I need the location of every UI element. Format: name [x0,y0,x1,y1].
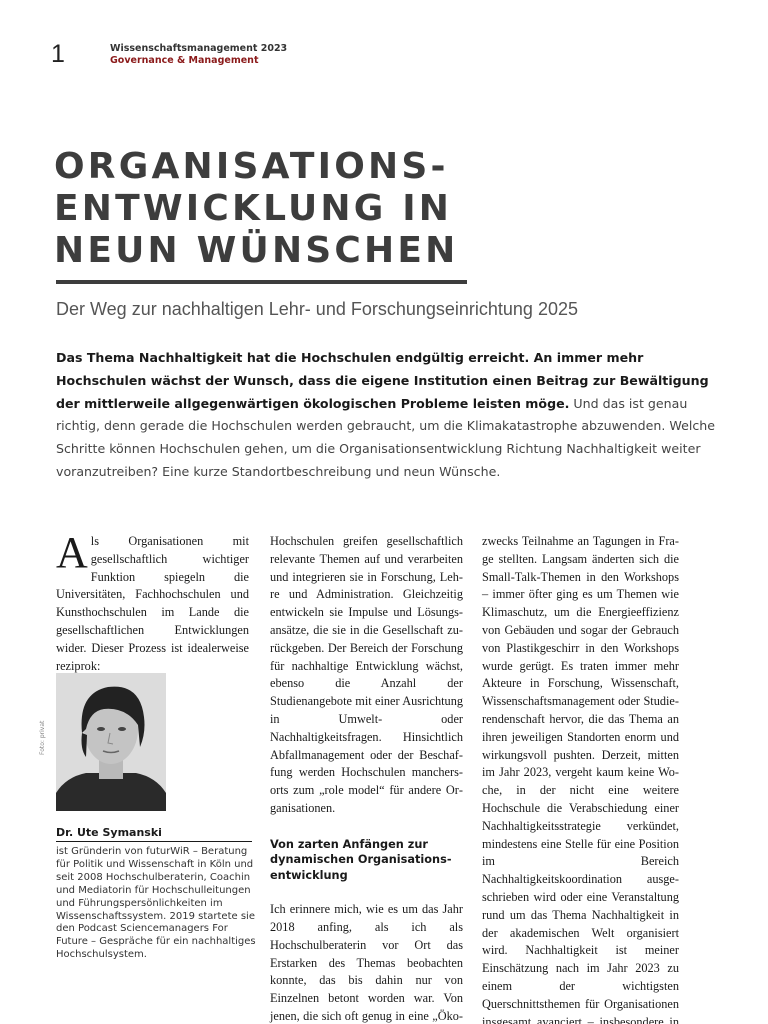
section-subheading: Von zarten Anfängen zur dynamischen Orga… [270,837,452,882]
article-title: ORGANISATIONS- ENTWICKLUNG IN NEUN WÜNSC… [54,146,458,272]
body-paragraph: Ich erinnere mich, wie es um das Jahr 20… [270,902,463,1024]
portrait-image [56,673,166,811]
publication-name: Wissenschaftsmanagement 2023 [110,43,288,54]
article-subtitle: Der Weg zur nachhaltigen Lehr- und Forsc… [56,299,578,319]
photo-credit: Foto: privat [39,720,46,755]
title-line: NEUN WÜNSCHEN [54,230,459,271]
body-paragraph: zwecks Teilnahme an Tagungen in Fra­ge s… [482,534,679,1024]
running-header: Wissenschaftsmanagement 2023 Governance … [110,43,287,67]
title-line: ENTWICKLUNG IN [54,188,453,229]
author-divider [56,841,252,842]
body-paragraph: Als Organisationen mit gesellschaft­lich… [56,528,249,675]
author-bio: ist Gründerin von futurWiR – Beratung fü… [56,846,256,961]
author-photo [56,673,166,811]
body-column-1: Als Organisationen mit gesellschaft­lich… [56,528,249,675]
title-underline [56,280,467,284]
lead-paragraph: Das Thema Nachhaltigkeit hat die Hochsch… [56,347,716,484]
author-name: Dr. Ute Symanski [56,826,162,839]
body-column-3: zwecks Teilnahme an Tagungen in Fra­ge s… [482,533,679,1024]
section-name: Governance & Management [110,55,259,66]
page-number: 1 [51,40,65,68]
body-paragraph: Hochschulen greifen gesellschaftlich rel… [270,534,463,815]
body-column-2: Hochschulen greifen gesellschaftlich rel… [270,533,463,1024]
drop-cap: A [56,528,88,577]
title-line: ORGANISATIONS- [54,146,449,187]
